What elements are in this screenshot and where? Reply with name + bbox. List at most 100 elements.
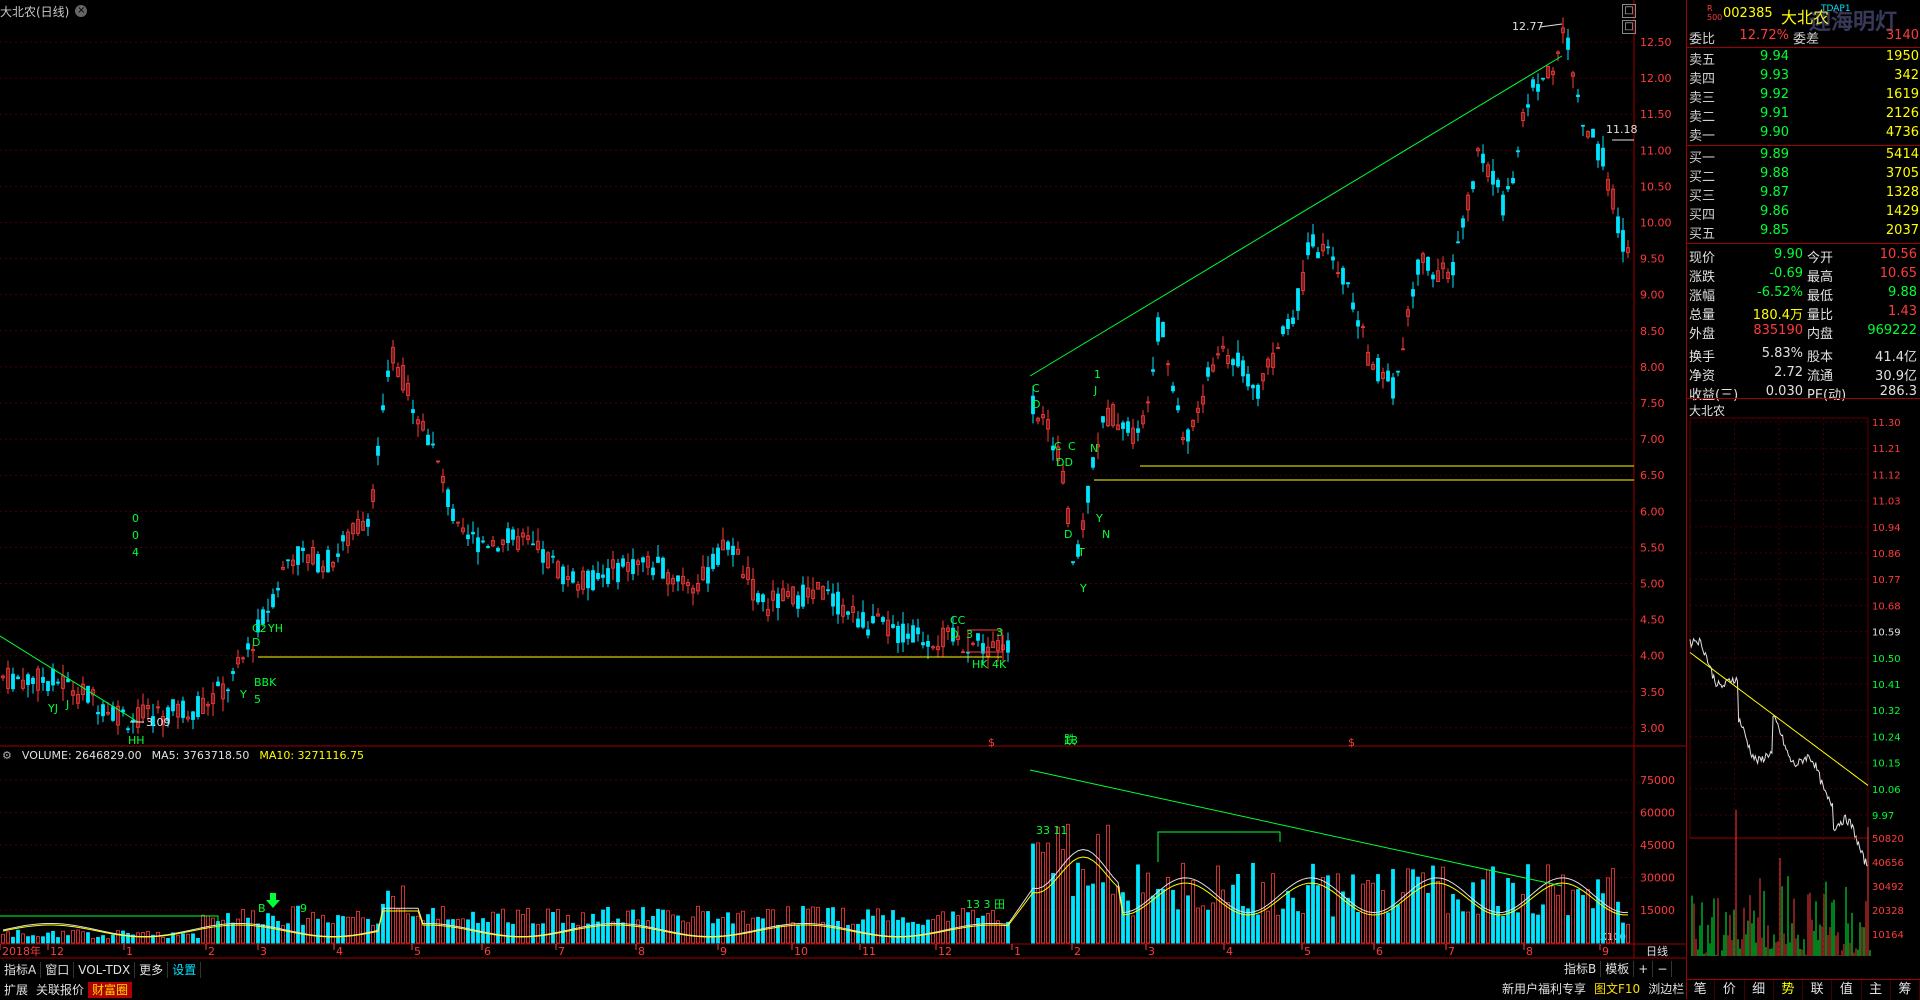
toolbar-right-2[interactable]: +	[1634, 961, 1654, 977]
volume-bar	[156, 931, 160, 944]
candle-body	[376, 445, 380, 456]
candle-body	[266, 610, 270, 613]
kline-chart[interactable]: 12.50 12.00 11.50 11.00 10.50 10.00 9.50 9.00 8.…	[0, 0, 1920, 999]
sell-row: 卖五 9.94 1950	[1689, 49, 1919, 68]
volume-bar	[371, 924, 375, 944]
bottom-tab-2[interactable]: 财富圈	[88, 982, 133, 998]
candle-body	[1091, 457, 1095, 468]
bottom-tab-1[interactable]: 关联报价	[32, 982, 88, 998]
close-icon[interactable]: ×	[75, 5, 88, 17]
quote-tab-5[interactable]: 值	[1832, 980, 1862, 1000]
quote-tab-0[interactable]: 笔	[1686, 980, 1716, 1000]
chart-window-button-2[interactable]: □	[1622, 20, 1636, 34]
volume-bar	[231, 922, 235, 944]
volume-tick-label: 60000	[1640, 807, 1675, 820]
toolbar-right-1[interactable]: 模板	[1601, 961, 1635, 977]
candle-body	[596, 573, 600, 580]
month-label: 5	[414, 945, 421, 958]
volume-bar	[916, 923, 920, 944]
month-label: 5	[1304, 945, 1311, 958]
toolbar-right-0[interactable]: 指标B	[1560, 961, 1602, 977]
price-tick-label: 5.00	[1640, 578, 1665, 591]
quote-tab-2[interactable]: 细	[1745, 980, 1774, 1000]
window-title-bar: 大北农(日线) ×	[0, 2, 88, 20]
volume-bar	[1141, 892, 1145, 944]
quote-tab-1[interactable]: 价	[1715, 980, 1745, 1000]
month-label: 4	[1226, 945, 1233, 958]
toolbar-tab-2[interactable]: VOL-TDX	[74, 962, 136, 978]
candle-body	[571, 571, 575, 583]
volume-tick-label: 75000	[1640, 774, 1675, 787]
volume-bar	[546, 908, 550, 944]
candle-body	[1346, 282, 1350, 285]
volume-bar	[656, 908, 660, 944]
price-tick-label: 7.50	[1640, 397, 1665, 410]
settings-icon[interactable]: ⚙	[2, 749, 12, 765]
volume-bar	[461, 918, 465, 944]
toolbar-right-3[interactable]: −	[1653, 961, 1673, 977]
volume-bar	[1201, 905, 1205, 944]
volume-bar	[291, 906, 295, 944]
candle-body	[616, 562, 620, 583]
toolbar-tab-1[interactable]: 窗口	[41, 962, 75, 978]
volume-bar	[1086, 885, 1090, 944]
candle-body	[1491, 170, 1495, 185]
toolbar-tab-4[interactable]: 设置	[168, 962, 202, 978]
candle-body	[301, 547, 305, 552]
volume-bar	[1396, 904, 1400, 944]
toolbar-tab-3[interactable]: 更多	[135, 962, 169, 978]
bottom-right-1[interactable]: 图文F10	[1590, 981, 1644, 997]
volume-bar	[396, 908, 400, 944]
signal-annotation: 跌	[1064, 732, 1076, 747]
chart-window-button-1[interactable]: □	[1622, 4, 1636, 18]
candle-body	[481, 540, 485, 543]
volume-bar	[1336, 873, 1340, 944]
volume-bar	[671, 914, 675, 944]
buy-row: 买一 9.89 5414	[1689, 147, 1919, 166]
candle-body	[1356, 320, 1360, 327]
signal-annotation: $	[1348, 736, 1355, 749]
toolbar-tab-0[interactable]: 指标A	[0, 962, 42, 978]
volume-bar	[1381, 890, 1385, 944]
volume-bar	[1566, 915, 1570, 944]
quote-tab-3[interactable]: 势	[1774, 980, 1803, 1000]
volume-bar	[736, 913, 740, 944]
quote-header: R 500 002385 大北农 TDAP1 迎海明灯	[1689, 4, 1919, 35]
volume-bar	[1421, 872, 1425, 944]
candle-body	[191, 711, 195, 720]
candle-body	[776, 593, 780, 609]
quote-tab-7[interactable]: 筹	[1891, 980, 1920, 1000]
candle-body	[181, 700, 185, 718]
volume-bar	[141, 932, 145, 944]
volume-tick-label: 45000	[1640, 839, 1675, 852]
candle-body	[531, 543, 535, 546]
volume-bar	[1091, 883, 1095, 944]
candle-body	[756, 593, 760, 603]
volume-bar	[501, 908, 505, 944]
volume-bar	[96, 936, 100, 944]
bottom-right-0[interactable]: 新用户福利专享	[1498, 981, 1590, 997]
volume-bar	[726, 912, 730, 944]
candle-body	[41, 676, 45, 683]
quote-tab-4[interactable]: 联	[1803, 980, 1833, 1000]
signal-annotation: C	[1032, 382, 1040, 395]
volume-bar	[986, 913, 990, 944]
volume-bar	[1466, 911, 1470, 944]
volume-bar	[1186, 895, 1190, 944]
price-tick-label: 9.00	[1640, 289, 1665, 302]
volume-bar	[706, 911, 710, 944]
bottom-tab-0[interactable]: 扩展	[0, 982, 32, 998]
volume-bar	[426, 914, 430, 944]
volume-bar	[456, 919, 460, 944]
quote-panel: R 500 002385 大北农 TDAP1 迎海明灯 委比 12.72% 委差 …	[1686, 0, 1920, 999]
volume-bar	[1416, 876, 1420, 944]
bottom-right-2[interactable]: 浏边栏	[1644, 981, 1688, 997]
candle-body	[296, 546, 300, 565]
volume-bar	[191, 933, 195, 944]
volume-bar	[1526, 864, 1530, 944]
candle-body	[1431, 274, 1435, 280]
quote-tab-6[interactable]: 主	[1862, 980, 1891, 1000]
candle-body	[1591, 128, 1595, 138]
volume-bar	[1561, 874, 1565, 944]
volume-bar	[1371, 882, 1375, 944]
